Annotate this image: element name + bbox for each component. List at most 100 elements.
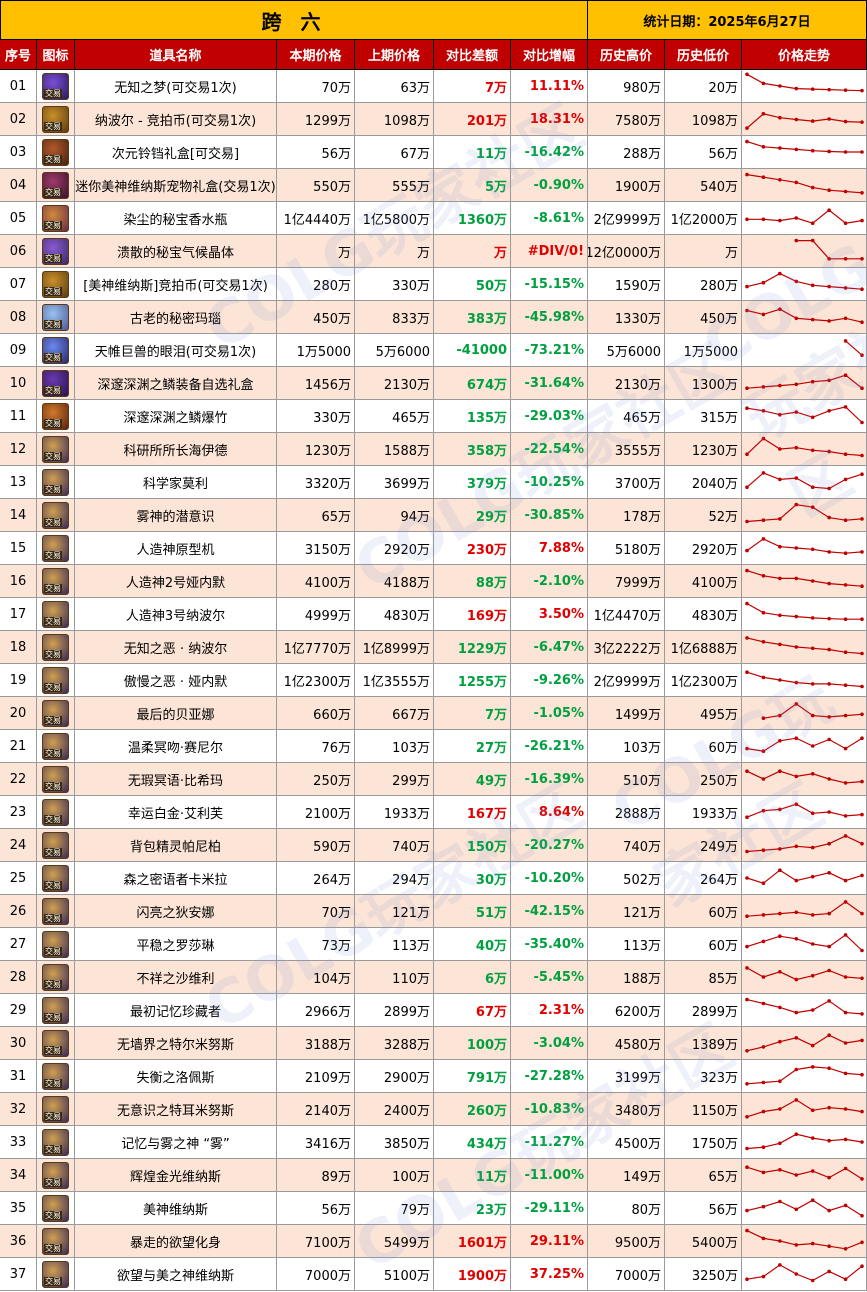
price-trend-chart bbox=[742, 136, 867, 169]
price-change-pct: -45.98% bbox=[511, 301, 588, 334]
trend-point bbox=[778, 868, 782, 872]
trend-sparkline bbox=[745, 670, 864, 689]
price-diff: 50万 bbox=[434, 268, 511, 301]
trend-point bbox=[761, 574, 766, 578]
previous-price: 110万 bbox=[355, 961, 434, 994]
trade-tag: 交易 bbox=[44, 418, 62, 428]
table-row: 28 交易 不祥之沙维利 104万 110万 6万 -5.45% 188万 85万 bbox=[0, 961, 867, 994]
previous-price: 2130万 bbox=[355, 367, 434, 400]
table-row: 22 交易 无瑕冥语·比希玛 250万 299万 49万 -16.39% 510万 250万 bbox=[0, 763, 867, 796]
trend-point bbox=[794, 476, 799, 480]
history-high: 12亿0000万 bbox=[588, 235, 665, 268]
previous-price: 1亿5800万 bbox=[355, 202, 434, 235]
trend-sparkline bbox=[745, 271, 864, 291]
history-high: 5万6000 bbox=[588, 334, 665, 367]
trend-point bbox=[745, 548, 749, 553]
current-price: 65万 bbox=[277, 499, 355, 532]
item-name: 科研所所长海伊德 bbox=[75, 433, 277, 466]
trend-point bbox=[778, 970, 782, 974]
trade-tag: 交易 bbox=[44, 121, 62, 131]
previous-price: 294万 bbox=[355, 862, 434, 895]
trend-point bbox=[860, 150, 864, 154]
item-icon: 交易 bbox=[37, 532, 75, 565]
header-col-no: 序号 bbox=[0, 40, 37, 70]
trend-sparkline bbox=[745, 736, 864, 753]
table-row: 30 交易 无墙界之特尔米努斯 3188万 3288万 100万 -3.04% 4580万 13… bbox=[0, 1027, 867, 1060]
item-icon: 交易 bbox=[37, 433, 75, 466]
trend-point bbox=[745, 485, 749, 489]
history-low: 56万 bbox=[665, 136, 742, 169]
trend-point bbox=[761, 939, 766, 944]
trend-point bbox=[843, 339, 848, 343]
current-price: 3416万 bbox=[277, 1126, 355, 1159]
header-col-low: 历史低价 bbox=[665, 40, 742, 70]
history-high: 1900万 bbox=[588, 169, 665, 202]
trend-point bbox=[778, 1168, 782, 1172]
price-trend-chart bbox=[742, 994, 867, 1027]
history-high: 980万 bbox=[588, 70, 665, 103]
price-change-pct: -11.27% bbox=[511, 1126, 588, 1159]
trend-point bbox=[860, 1140, 864, 1144]
current-price: 1230万 bbox=[277, 433, 355, 466]
item-icon: 交易 bbox=[37, 796, 75, 829]
row-number: 12 bbox=[0, 433, 37, 466]
item-icon: 交易 bbox=[37, 1093, 75, 1126]
trend-point bbox=[827, 1208, 831, 1213]
trade-tag: 交易 bbox=[44, 1078, 62, 1088]
item-icon: 交易 bbox=[37, 1060, 75, 1093]
history-low: 495万 bbox=[665, 697, 742, 730]
card-icon: 交易 bbox=[42, 996, 69, 1024]
trend-point bbox=[794, 1272, 799, 1276]
card-icon: 交易 bbox=[42, 1128, 69, 1156]
trend-point bbox=[827, 257, 831, 261]
trend-point bbox=[843, 316, 848, 321]
row-number: 13 bbox=[0, 466, 37, 499]
item-name: 深邃深渊之鳞爆竹 bbox=[75, 400, 277, 433]
trend-point bbox=[810, 283, 815, 288]
row-number: 11 bbox=[0, 400, 37, 433]
item-name: 记忆与雾之神 “雾” bbox=[75, 1126, 277, 1159]
firecracker-icon: 交易 bbox=[42, 402, 69, 430]
table-row: 18 交易 无知之恶 · 纳波尔 1亿7770万 1亿8999万 1229万 -6.47% 3… bbox=[0, 631, 867, 664]
price-trend-chart bbox=[742, 862, 867, 895]
card-icon: 交易 bbox=[42, 732, 69, 760]
history-low: 85万 bbox=[665, 961, 742, 994]
trend-point bbox=[860, 976, 864, 981]
trend-point bbox=[745, 519, 749, 524]
item-icon: 交易 bbox=[37, 961, 75, 994]
header-col-icon: 图标 bbox=[37, 40, 75, 70]
price-diff: 11万 bbox=[434, 136, 511, 169]
trend-point bbox=[860, 712, 864, 717]
item-name: 次元铃铛礼盒[可交易] bbox=[75, 136, 277, 169]
trend-point bbox=[794, 736, 799, 740]
trend-point bbox=[778, 447, 782, 451]
price-change-pct: -31.64% bbox=[511, 367, 588, 400]
table-row: 10 交易 深邃深渊之鳞装备自选礼盒 1456万 2130万 674万 -31.64% 213… bbox=[0, 367, 867, 400]
current-price: 2966万 bbox=[277, 994, 355, 1027]
history-low: 65万 bbox=[665, 1159, 742, 1192]
history-high: 1亿4470万 bbox=[588, 598, 665, 631]
item-name: 天帷巨兽的眼泪(可交易1次) bbox=[75, 334, 277, 367]
previous-price: 299万 bbox=[355, 763, 434, 796]
trend-point bbox=[860, 617, 864, 621]
trend-point bbox=[794, 502, 799, 507]
trend-point bbox=[745, 386, 749, 390]
price-diff: 1900万 bbox=[434, 1258, 511, 1291]
item-icon: 交易 bbox=[37, 1258, 75, 1291]
price-change-pct: 29.11% bbox=[511, 1225, 588, 1258]
item-icon: 交易 bbox=[37, 103, 75, 136]
trend-point bbox=[827, 616, 831, 621]
trend-point bbox=[794, 844, 799, 849]
trend-point bbox=[860, 420, 864, 425]
trade-tag: 交易 bbox=[44, 550, 62, 560]
price-change-pct: -9.26% bbox=[511, 664, 588, 697]
item-icon: 交易 bbox=[37, 268, 75, 301]
history-high: 7999万 bbox=[588, 565, 665, 598]
price-diff: 260万 bbox=[434, 1093, 511, 1126]
trend-point bbox=[778, 307, 782, 311]
price-diff: 30万 bbox=[434, 862, 511, 895]
trend-point bbox=[794, 316, 799, 321]
trend-point bbox=[860, 1012, 864, 1016]
previous-price: 1亿8999万 bbox=[355, 631, 434, 664]
row-number: 26 bbox=[0, 895, 37, 928]
